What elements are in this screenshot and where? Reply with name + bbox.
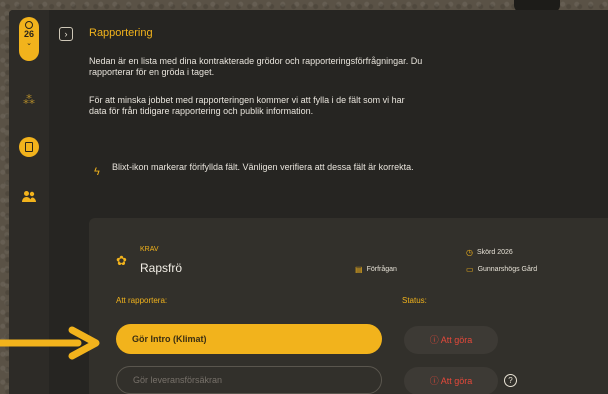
request-label: Förfrågan — [366, 266, 397, 273]
page-title: Rapportering — [89, 27, 153, 39]
crop-name: Rapsfrö — [140, 261, 183, 275]
document-icon[interactable] — [19, 137, 39, 157]
crop-icon: ✿ — [116, 253, 127, 268]
to-report-label: Att rapportera: — [116, 296, 168, 305]
chevron-down-icon: ⌄ — [26, 40, 32, 47]
intro-paragraph-2: För att minska jobbet med rapporteringen… — [89, 95, 405, 116]
status-text: Att göra — [440, 335, 473, 345]
notification-badge[interactable]: 26 ⌄ — [19, 17, 39, 61]
status-badge: ⓘ Att göra — [404, 367, 498, 394]
farm-label: Gunnarshögs Gård — [477, 266, 538, 273]
delivery-assurance-button[interactable]: Gör leveransförsäkran — [116, 366, 382, 394]
alert-icon: ⓘ — [429, 335, 439, 345]
expand-sidebar-button[interactable]: › — [59, 27, 73, 41]
request-info: ▤ Förfrågan — [355, 265, 397, 274]
intro-paragraph-1: Nedan är en lista med dina kontrakterade… — [89, 56, 423, 77]
lightning-icon: ϟ — [94, 166, 100, 178]
crop-tag: KRAV — [140, 246, 159, 253]
status-text: Att göra — [440, 376, 473, 386]
badge-count: 26 — [23, 29, 34, 39]
status-label: Status: — [402, 296, 427, 305]
pointer-arrow-icon — [0, 326, 100, 360]
alert-icon: ⓘ — [429, 376, 439, 386]
farm-info: ▭ Gunnarshögs Gård — [466, 265, 537, 274]
clock-icon: ◷ — [466, 248, 473, 257]
intro-climate-button[interactable]: Gör Intro (Klimat) — [116, 324, 382, 354]
help-icon[interactable]: ? — [504, 374, 517, 387]
sparkle-icon[interactable]: ⁂ — [19, 90, 39, 110]
harvest-info: ◷ Skörd 2026 — [466, 248, 513, 257]
people-icon[interactable] — [19, 186, 39, 206]
harvest-label: Skörd 2026 — [476, 249, 513, 256]
folder-icon: ▭ — [466, 265, 474, 274]
crop-card: ✿ KRAV Rapsfrö ◷ Skörd 2026 ▤ Förfrågan … — [89, 218, 608, 394]
document-icon: ▤ — [355, 265, 363, 274]
clock-icon — [25, 21, 33, 29]
intro-paragraph-3: Blixt-ikon markerar förifyllda fält. Vän… — [112, 162, 414, 172]
status-badge: ⓘ Att göra — [404, 326, 498, 354]
